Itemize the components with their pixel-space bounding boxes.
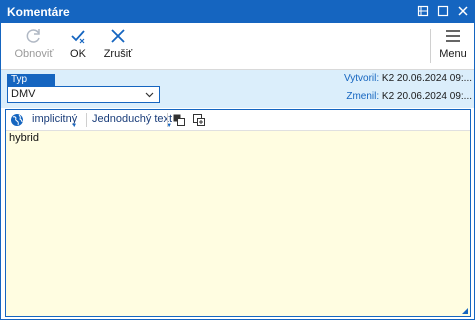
format-dropdown[interactable]: Jednoduchý text ▼ xyxy=(92,113,172,129)
close-icon xyxy=(458,6,468,16)
maximize-icon xyxy=(437,5,449,17)
toolbar: Obnoviť OK Zrušiť Menu xyxy=(1,23,474,70)
paste-icon xyxy=(193,114,205,126)
resize-grip-icon[interactable] xyxy=(462,308,468,314)
copy-icon xyxy=(173,114,185,126)
comment-text[interactable]: hybrid xyxy=(9,132,39,144)
hamburger-menu-icon xyxy=(446,30,460,42)
close-button[interactable] xyxy=(455,3,471,19)
chevron-down-icon xyxy=(145,92,154,98)
restore-icon xyxy=(417,5,429,17)
cancel-button[interactable]: Zrušiť xyxy=(102,26,134,66)
record-info-panel: Typ DMV Vytvoril: K2 20.06.2024 09:... Z… xyxy=(1,70,474,108)
modified-value: K2 20.06.2024 09:... xyxy=(381,91,472,102)
type-select[interactable]: DMV xyxy=(7,86,160,103)
created-info: Vytvoril: K2 20.06.2024 09:... xyxy=(344,73,472,84)
window-title: Komentáre xyxy=(7,5,70,19)
cancel-label: Zrušiť xyxy=(103,48,133,60)
toolbar-divider xyxy=(430,29,431,63)
menu-button[interactable]: Menu xyxy=(438,26,468,66)
language-dropdown[interactable]: implicitný ▼ xyxy=(32,113,77,129)
editor-toolbar: implicitný ▼ Jednoduchý text ▼ xyxy=(6,110,470,131)
refresh-label: Obnoviť xyxy=(14,48,54,60)
refresh-icon xyxy=(26,29,40,43)
menu-label: Menu xyxy=(439,48,467,60)
maximize-button[interactable] xyxy=(435,3,451,19)
language-caret-icon: ▼ xyxy=(71,123,78,129)
created-label: Vytvoril: xyxy=(343,73,380,84)
type-field-label: Typ xyxy=(7,74,55,86)
restore-button[interactable] xyxy=(415,3,431,19)
editor-toolbar-divider xyxy=(167,113,168,127)
modified-label: Zmenil: xyxy=(346,91,380,102)
title-bar[interactable]: Komentáre xyxy=(1,1,474,23)
globe-icon xyxy=(11,114,23,126)
modified-info: Zmenil: K2 20.06.2024 09:... xyxy=(346,91,472,102)
cancel-icon xyxy=(111,29,125,43)
comments-window: Komentáre Obnoviť OK Zrušiť Menu Typ DMV… xyxy=(0,0,475,320)
check-icon xyxy=(71,30,85,44)
editor-toolbar-divider xyxy=(86,113,87,127)
type-select-value: DMV xyxy=(11,88,36,100)
ok-label: OK xyxy=(70,48,86,60)
ok-button[interactable]: OK xyxy=(64,26,92,66)
comment-editor[interactable]: implicitný ▼ Jednoduchý text ▼ hybrid xyxy=(5,109,471,317)
language-button[interactable] xyxy=(10,113,24,127)
refresh-button[interactable]: Obnoviť xyxy=(11,26,57,66)
created-value: K2 20.06.2024 09:... xyxy=(381,73,472,84)
format-caret-icon: ▼ xyxy=(166,123,173,129)
paste-button[interactable] xyxy=(192,113,206,127)
copy-button[interactable] xyxy=(172,113,186,127)
